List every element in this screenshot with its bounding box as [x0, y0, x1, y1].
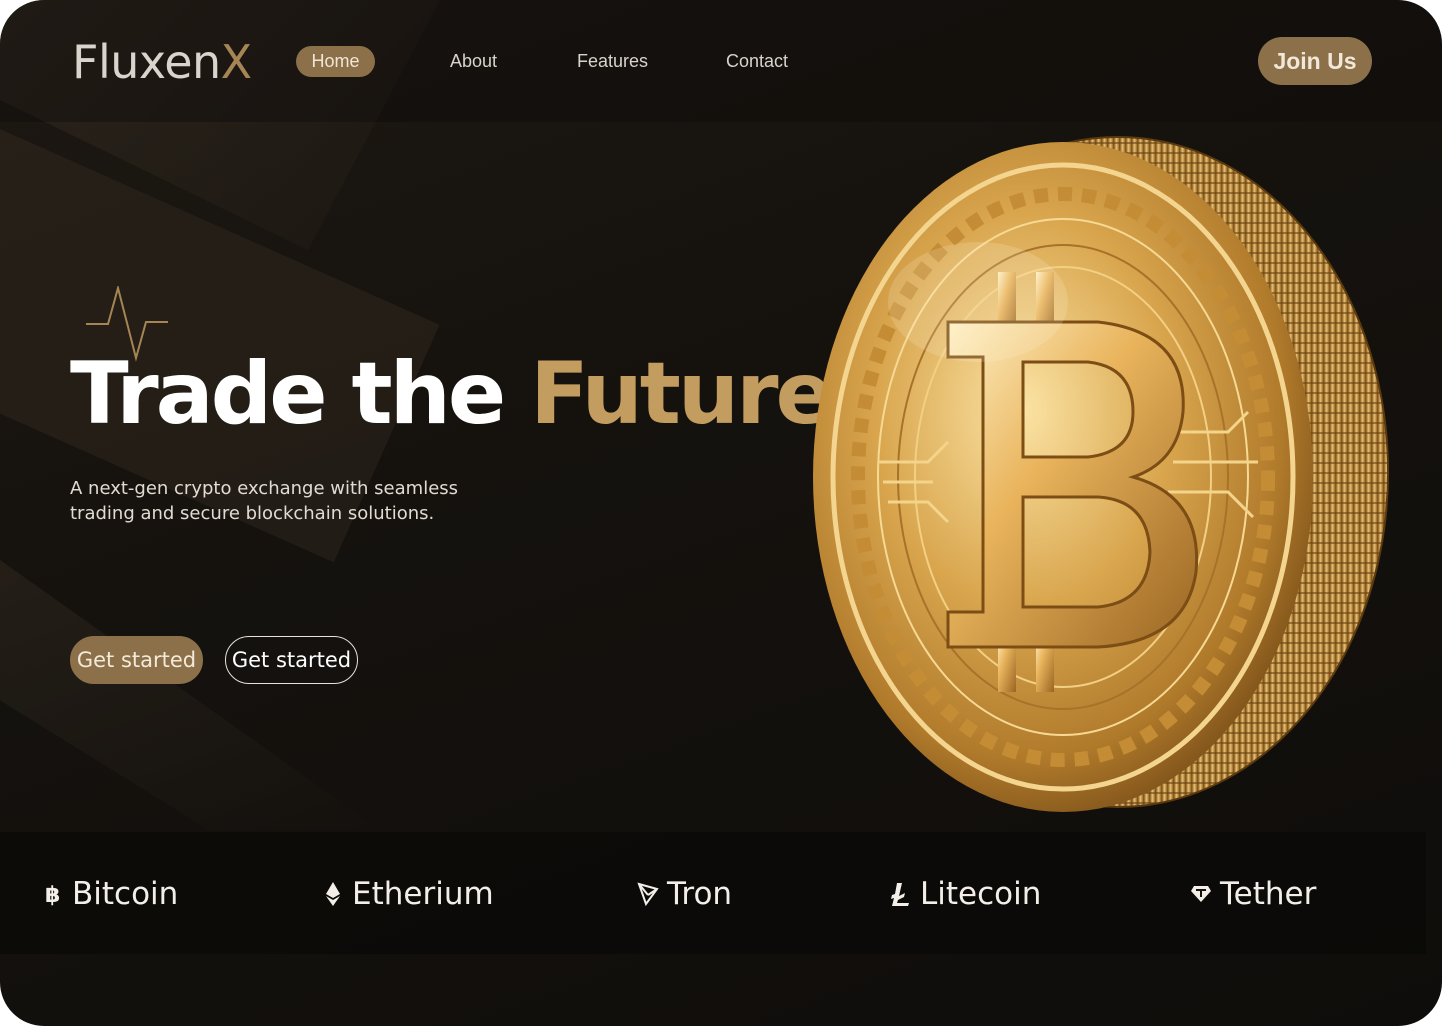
ticker-item-litecoin[interactable]: Litecoin [890, 872, 1041, 916]
headline-main: Trade the [70, 344, 506, 444]
logo[interactable]: FluxenX [72, 36, 252, 88]
ticker-label: Tether [1220, 876, 1317, 912]
ticker-label: Tron [667, 876, 733, 912]
litecoin-icon [890, 879, 912, 909]
ethereum-icon [322, 879, 344, 909]
landing-page: FluxenX Home About Features Contact Join… [0, 0, 1442, 1026]
bitcoin-icon: ฿ [42, 879, 64, 909]
hero-headline: Trade the Future. [70, 344, 864, 444]
ticker-item-tron[interactable]: Tron [637, 872, 732, 916]
ticker-label: Etherium [352, 876, 494, 912]
get-started-outline-button[interactable]: Get started [225, 636, 358, 684]
tron-icon [637, 879, 659, 909]
nav-contact[interactable]: Contact [726, 46, 788, 77]
decor-shape-bottom [0, 560, 380, 830]
join-us-button[interactable]: Join Us [1258, 37, 1372, 85]
svg-text:฿: ฿ [45, 883, 60, 906]
ticker-label: Bitcoin [72, 876, 179, 912]
hero-subtitle: A next-gen crypto exchange with seamless… [70, 478, 459, 524]
get-started-button[interactable]: Get started [70, 636, 203, 684]
nav-home[interactable]: Home [296, 46, 375, 77]
nav-features[interactable]: Features [577, 46, 648, 77]
nav-about[interactable]: About [450, 46, 497, 77]
ticker-item-ethereum[interactable]: Etherium [322, 872, 494, 916]
logo-accent: X [220, 35, 253, 89]
bitcoin-coin-image [813, 136, 1389, 812]
tether-icon [1190, 879, 1212, 909]
logo-text: Fluxen [72, 35, 221, 89]
ticker-item-bitcoin[interactable]: ฿ Bitcoin [42, 872, 178, 916]
ticker-item-tether[interactable]: Tether [1190, 872, 1316, 916]
ticker-label: Litecoin [920, 876, 1042, 912]
